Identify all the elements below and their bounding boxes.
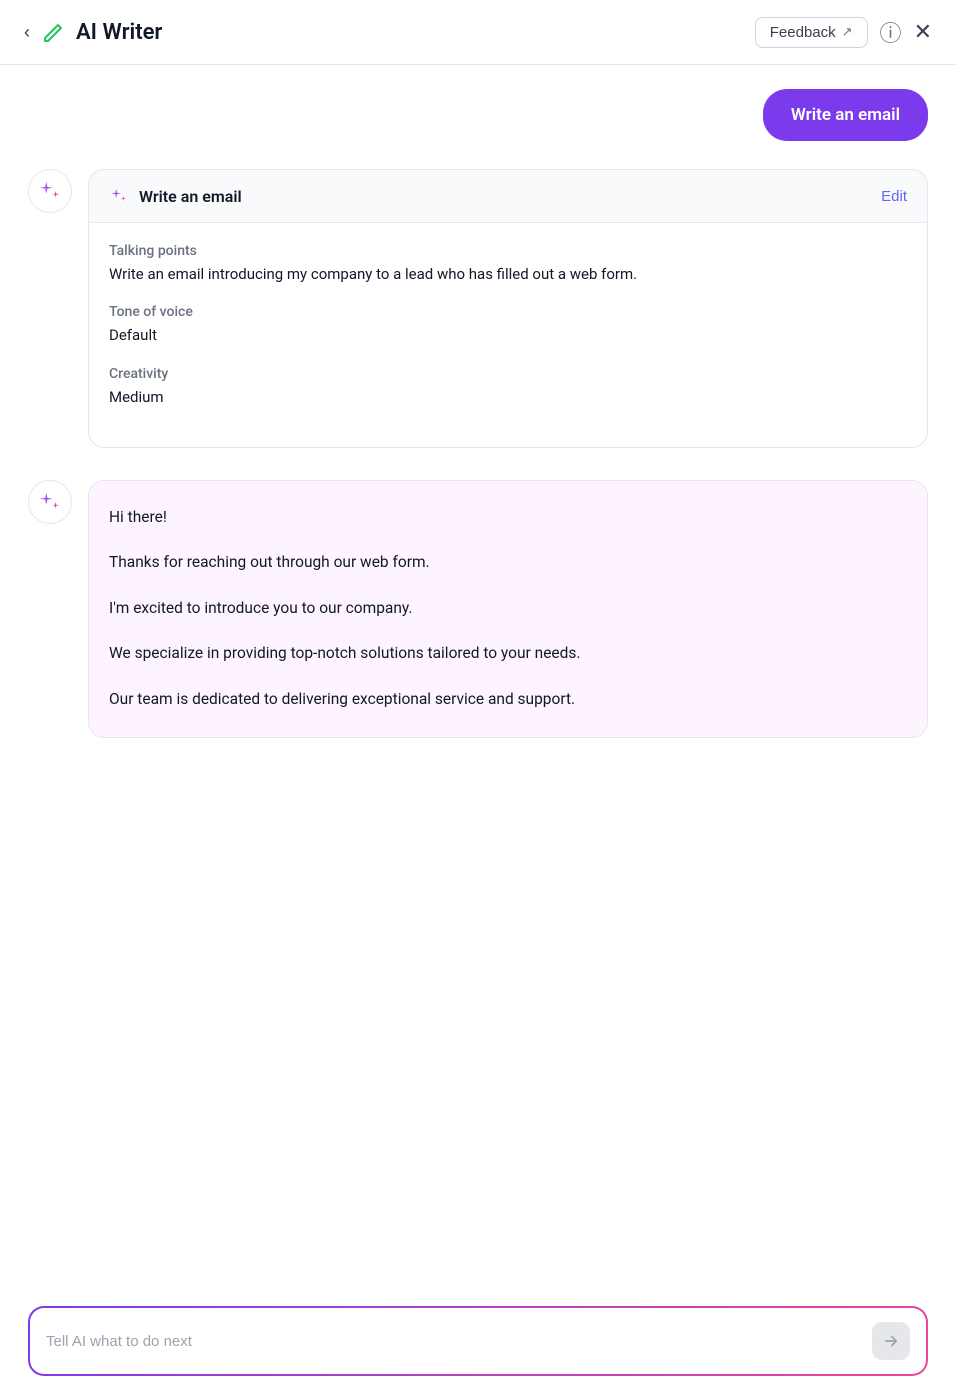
prompt-card: Write an email Edit Talking points Write… [88, 169, 928, 448]
response-text: Hi there! Thanks for reaching out throug… [109, 505, 907, 713]
send-icon [882, 1332, 900, 1350]
pencil-icon [42, 21, 64, 43]
talking-points-field: Talking points Write an email introducin… [109, 243, 907, 286]
send-button[interactable] [872, 1322, 910, 1360]
sparkle-title-icon [109, 186, 129, 206]
bottom-spacer [28, 770, 928, 860]
info-button[interactable]: ⓘ [880, 16, 902, 48]
input-bar-wrapper [0, 1290, 956, 1400]
response-row: Hi there! Thanks for reaching out throug… [28, 480, 928, 738]
creativity-field: Creativity Medium [109, 366, 907, 409]
main-content: Write an email Write an email Edit [0, 65, 956, 884]
tone-label: Tone of voice [109, 304, 907, 320]
close-button[interactable]: ✕ [914, 19, 932, 45]
page-title: AI Writer [76, 20, 162, 45]
creativity-value: Medium [109, 386, 907, 409]
response-para-4: We specialize in providing top-notch sol… [109, 641, 907, 667]
header-right: Feedback ↗ ⓘ ✕ [755, 16, 932, 48]
user-message-bubble: Write an email [763, 89, 928, 141]
app-header: ‹ AI Writer Feedback ↗ ⓘ ✕ [0, 0, 956, 65]
prompt-card-row: Write an email Edit Talking points Write… [28, 169, 928, 448]
feedback-button[interactable]: Feedback ↗ [755, 17, 868, 48]
header-left: ‹ AI Writer [24, 20, 162, 45]
ai-avatar-prompt [28, 169, 72, 213]
ai-avatar-response [28, 480, 72, 524]
user-message-text: Write an email [791, 105, 900, 125]
prompt-card-title: Write an email [109, 186, 242, 206]
prompt-card-header: Write an email Edit [89, 170, 927, 223]
creativity-label: Creativity [109, 366, 907, 382]
tone-field: Tone of voice Default [109, 304, 907, 347]
response-para-5: Our team is dedicated to delivering exce… [109, 687, 907, 713]
ai-input-field[interactable] [46, 1333, 864, 1350]
response-para-2: Thanks for reaching out through our web … [109, 550, 907, 576]
sparkle-response-icon [37, 489, 63, 515]
talking-points-value: Write an email introducing my company to… [109, 263, 907, 286]
sparkle-avatar-icon [37, 178, 63, 204]
feedback-label: Feedback [770, 24, 836, 41]
edit-button[interactable]: Edit [881, 188, 907, 205]
tone-value: Default [109, 324, 907, 347]
chevron-left-icon: ‹ [24, 22, 30, 43]
user-message-row: Write an email [28, 89, 928, 141]
back-button[interactable]: ‹ [24, 22, 30, 43]
response-para-3: I'm excited to introduce you to our comp… [109, 596, 907, 622]
info-icon: ⓘ [880, 16, 902, 48]
external-link-icon: ↗ [842, 24, 853, 40]
input-bar [28, 1306, 928, 1376]
prompt-card-body: Talking points Write an email introducin… [89, 223, 927, 447]
response-para-1: Hi there! [109, 505, 907, 531]
response-card: Hi there! Thanks for reaching out throug… [88, 480, 928, 738]
talking-points-label: Talking points [109, 243, 907, 259]
close-icon: ✕ [914, 19, 932, 45]
